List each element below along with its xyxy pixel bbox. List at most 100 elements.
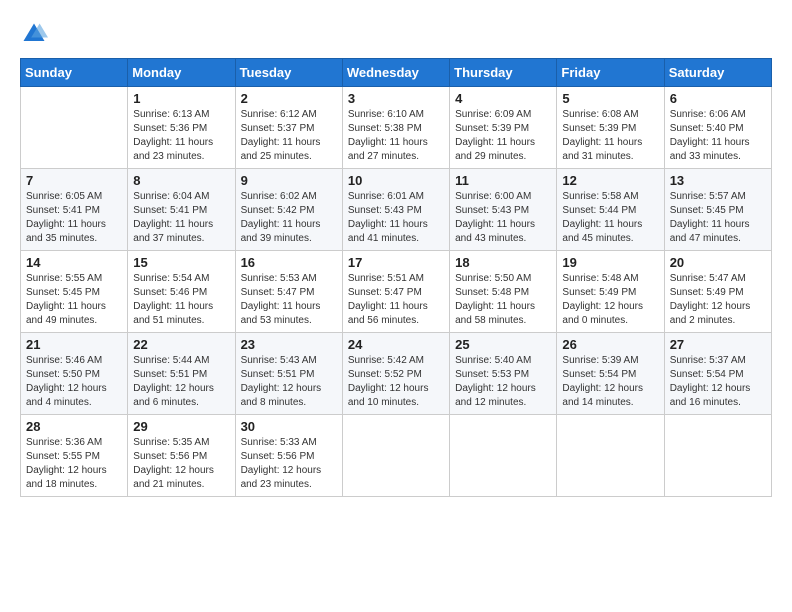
day-info: Sunrise: 6:04 AMSunset: 5:41 PMDaylight:… bbox=[133, 190, 229, 246]
day-number: 17 bbox=[348, 255, 444, 270]
day-info: Sunrise: 5:42 AMSunset: 5:52 PMDaylight:… bbox=[348, 354, 444, 410]
day-info: Sunrise: 5:35 AMSunset: 5:56 PMDaylight:… bbox=[133, 436, 229, 492]
calendar-cell bbox=[21, 87, 128, 169]
calendar-cell: 10 Sunrise: 6:01 AMSunset: 5:43 PMDayligh… bbox=[342, 169, 449, 251]
calendar-cell bbox=[557, 415, 664, 497]
calendar-cell: 23 Sunrise: 5:43 AMSunset: 5:51 PMDayligh… bbox=[235, 333, 342, 415]
day-number: 27 bbox=[670, 337, 766, 352]
day-info: Sunrise: 5:50 AMSunset: 5:48 PMDaylight:… bbox=[455, 272, 551, 328]
calendar-cell: 28 Sunrise: 5:36 AMSunset: 5:55 PMDayligh… bbox=[21, 415, 128, 497]
calendar-cell: 6Sunrise: 6:06 AMSunset: 5:40 PMDaylight… bbox=[664, 87, 771, 169]
day-info: Sunrise: 5:58 AMSunset: 5:44 PMDaylight:… bbox=[562, 190, 658, 246]
day-info: Sunrise: 6:01 AMSunset: 5:43 PMDaylight:… bbox=[348, 190, 444, 246]
weekday-header-friday: Friday bbox=[557, 59, 664, 87]
day-number: 23 bbox=[241, 337, 337, 352]
calendar-cell: 8 Sunrise: 6:04 AMSunset: 5:41 PMDaylight… bbox=[128, 169, 235, 251]
day-number: 21 bbox=[26, 337, 122, 352]
day-info: Sunrise: 6:10 AMSunset: 5:38 PMDaylight:… bbox=[348, 108, 444, 164]
day-number: 28 bbox=[26, 419, 122, 434]
day-number: 6 bbox=[670, 91, 766, 106]
week-row-2: 7 Sunrise: 6:05 AMSunset: 5:41 PMDaylight… bbox=[21, 169, 772, 251]
day-number: 5 bbox=[562, 91, 658, 106]
week-row-3: 14 Sunrise: 5:55 AMSunset: 5:45 PMDayligh… bbox=[21, 251, 772, 333]
day-info: Sunrise: 5:46 AMSunset: 5:50 PMDaylight:… bbox=[26, 354, 122, 410]
day-info: Sunrise: 5:37 AMSunset: 5:54 PMDaylight:… bbox=[670, 354, 766, 410]
calendar-cell: 3 Sunrise: 6:10 AMSunset: 5:38 PMDaylight… bbox=[342, 87, 449, 169]
calendar-cell: 13 Sunrise: 5:57 AMSunset: 5:45 PMDayligh… bbox=[664, 169, 771, 251]
calendar-cell: 4 Sunrise: 6:09 AMSunset: 5:39 PMDaylight… bbox=[450, 87, 557, 169]
calendar-cell: 2 Sunrise: 6:12 AMSunset: 5:37 PMDaylight… bbox=[235, 87, 342, 169]
calendar-cell: 7 Sunrise: 6:05 AMSunset: 5:41 PMDaylight… bbox=[21, 169, 128, 251]
day-number: 19 bbox=[562, 255, 658, 270]
day-number: 26 bbox=[562, 337, 658, 352]
day-info: Sunrise: 5:43 AMSunset: 5:51 PMDaylight:… bbox=[241, 354, 337, 410]
day-number: 18 bbox=[455, 255, 551, 270]
day-number: 4 bbox=[455, 91, 551, 106]
day-number: 15 bbox=[133, 255, 229, 270]
week-row-4: 21 Sunrise: 5:46 AMSunset: 5:50 PMDayligh… bbox=[21, 333, 772, 415]
calendar-cell: 14 Sunrise: 5:55 AMSunset: 5:45 PMDayligh… bbox=[21, 251, 128, 333]
day-info: Sunrise: 6:12 AMSunset: 5:37 PMDaylight:… bbox=[241, 108, 337, 164]
day-info: Sunrise: 5:51 AMSunset: 5:47 PMDaylight:… bbox=[348, 272, 444, 328]
calendar-cell: 30 Sunrise: 5:33 AMSunset: 5:56 PMDayligh… bbox=[235, 415, 342, 497]
day-number: 2 bbox=[241, 91, 337, 106]
weekday-header-tuesday: Tuesday bbox=[235, 59, 342, 87]
calendar-cell: 15 Sunrise: 5:54 AMSunset: 5:46 PMDayligh… bbox=[128, 251, 235, 333]
logo-icon bbox=[20, 20, 48, 48]
day-number: 24 bbox=[348, 337, 444, 352]
calendar-cell: 12 Sunrise: 5:58 AMSunset: 5:44 PMDayligh… bbox=[557, 169, 664, 251]
calendar-cell: 11 Sunrise: 6:00 AMSunset: 5:43 PMDayligh… bbox=[450, 169, 557, 251]
day-number: 25 bbox=[455, 337, 551, 352]
calendar-cell: 17 Sunrise: 5:51 AMSunset: 5:47 PMDayligh… bbox=[342, 251, 449, 333]
day-info: Sunrise: 5:36 AMSunset: 5:55 PMDaylight:… bbox=[26, 436, 122, 492]
calendar: SundayMondayTuesdayWednesdayThursdayFrid… bbox=[20, 58, 772, 497]
calendar-cell bbox=[450, 415, 557, 497]
calendar-cell: 1Sunrise: 6:13 AMSunset: 5:36 PMDaylight… bbox=[128, 87, 235, 169]
day-info: Sunrise: 5:55 AMSunset: 5:45 PMDaylight:… bbox=[26, 272, 122, 328]
calendar-cell: 26 Sunrise: 5:39 AMSunset: 5:54 PMDayligh… bbox=[557, 333, 664, 415]
day-number: 1 bbox=[133, 91, 229, 106]
calendar-cell: 5Sunrise: 6:08 AMSunset: 5:39 PMDaylight… bbox=[557, 87, 664, 169]
day-number: 10 bbox=[348, 173, 444, 188]
day-number: 20 bbox=[670, 255, 766, 270]
day-info: Sunrise: 6:05 AMSunset: 5:41 PMDaylight:… bbox=[26, 190, 122, 246]
day-info: Sunrise: 5:48 AMSunset: 5:49 PMDaylight:… bbox=[562, 272, 658, 328]
day-info: Sunrise: 5:33 AMSunset: 5:56 PMDaylight:… bbox=[241, 436, 337, 492]
day-info: Sunrise: 5:44 AMSunset: 5:51 PMDaylight:… bbox=[133, 354, 229, 410]
day-info: Sunrise: 6:09 AMSunset: 5:39 PMDaylight:… bbox=[455, 108, 551, 164]
day-number: 7 bbox=[26, 173, 122, 188]
weekday-header-wednesday: Wednesday bbox=[342, 59, 449, 87]
calendar-cell: 9Sunrise: 6:02 AMSunset: 5:42 PMDaylight… bbox=[235, 169, 342, 251]
day-number: 8 bbox=[133, 173, 229, 188]
weekday-header-saturday: Saturday bbox=[664, 59, 771, 87]
weekday-header-thursday: Thursday bbox=[450, 59, 557, 87]
calendar-cell: 27 Sunrise: 5:37 AMSunset: 5:54 PMDayligh… bbox=[664, 333, 771, 415]
day-number: 13 bbox=[670, 173, 766, 188]
calendar-cell: 20Sunrise: 5:47 AMSunset: 5:49 PMDayligh… bbox=[664, 251, 771, 333]
calendar-cell: 21 Sunrise: 5:46 AMSunset: 5:50 PMDayligh… bbox=[21, 333, 128, 415]
day-number: 29 bbox=[133, 419, 229, 434]
calendar-cell: 29 Sunrise: 5:35 AMSunset: 5:56 PMDayligh… bbox=[128, 415, 235, 497]
calendar-cell: 24 Sunrise: 5:42 AMSunset: 5:52 PMDayligh… bbox=[342, 333, 449, 415]
day-number: 14 bbox=[26, 255, 122, 270]
week-row-5: 28 Sunrise: 5:36 AMSunset: 5:55 PMDayligh… bbox=[21, 415, 772, 497]
day-number: 30 bbox=[241, 419, 337, 434]
weekday-header-row: SundayMondayTuesdayWednesdayThursdayFrid… bbox=[21, 59, 772, 87]
logo bbox=[20, 20, 52, 48]
calendar-cell: 18 Sunrise: 5:50 AMSunset: 5:48 PMDayligh… bbox=[450, 251, 557, 333]
day-number: 11 bbox=[455, 173, 551, 188]
header bbox=[20, 20, 772, 48]
day-number: 22 bbox=[133, 337, 229, 352]
day-number: 12 bbox=[562, 173, 658, 188]
day-info: Sunrise: 5:57 AMSunset: 5:45 PMDaylight:… bbox=[670, 190, 766, 246]
calendar-cell: 16Sunrise: 5:53 AMSunset: 5:47 PMDayligh… bbox=[235, 251, 342, 333]
day-info: Sunrise: 5:54 AMSunset: 5:46 PMDaylight:… bbox=[133, 272, 229, 328]
calendar-cell: 19 Sunrise: 5:48 AMSunset: 5:49 PMDayligh… bbox=[557, 251, 664, 333]
day-number: 16 bbox=[241, 255, 337, 270]
day-info: Sunrise: 5:39 AMSunset: 5:54 PMDaylight:… bbox=[562, 354, 658, 410]
weekday-header-sunday: Sunday bbox=[21, 59, 128, 87]
day-info: Sunrise: 6:02 AMSunset: 5:42 PMDaylight:… bbox=[241, 190, 337, 246]
calendar-cell bbox=[342, 415, 449, 497]
day-info: Sunrise: 6:00 AMSunset: 5:43 PMDaylight:… bbox=[455, 190, 551, 246]
day-number: 3 bbox=[348, 91, 444, 106]
